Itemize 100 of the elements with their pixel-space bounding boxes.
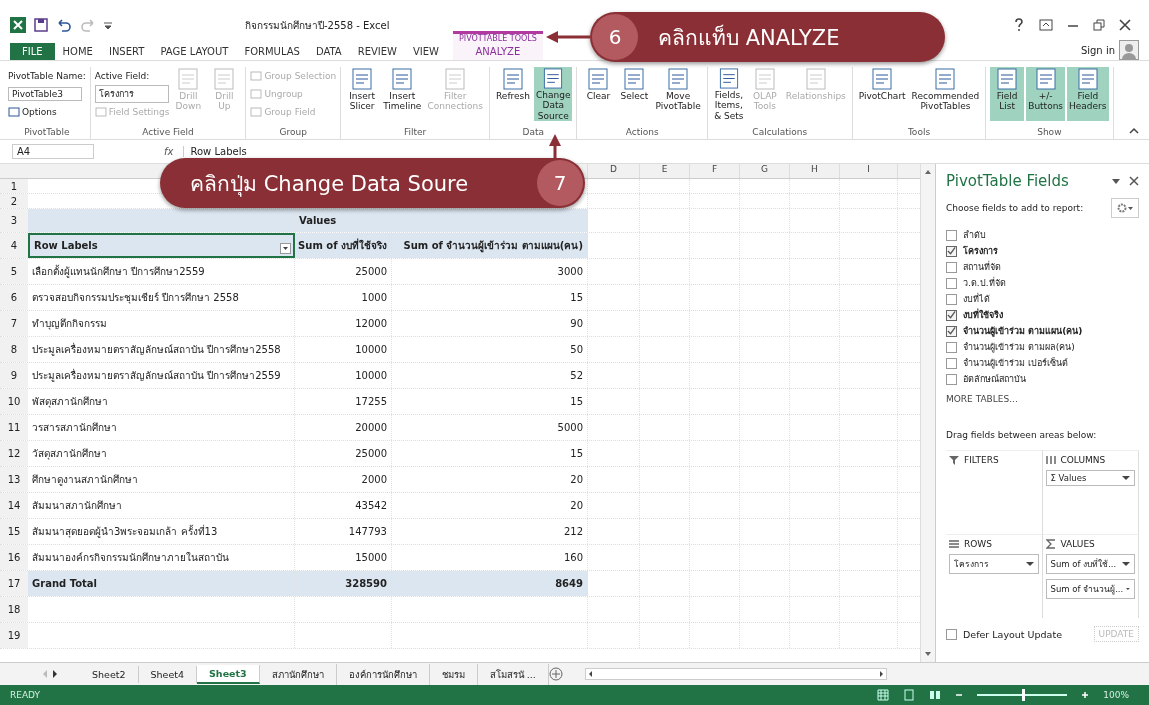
- ribbon-tab[interactable]: ANALYZE: [467, 43, 529, 60]
- next-sheet-icon[interactable]: [50, 669, 60, 679]
- text-field[interactable]: โครงการ: [94, 85, 169, 103]
- ribbon-tab[interactable]: HOME: [54, 43, 101, 60]
- row-header[interactable]: 14: [0, 493, 28, 518]
- field-chip[interactable]: Σ Values: [1045, 470, 1135, 486]
- close-icon[interactable]: [1129, 176, 1139, 186]
- checkbox[interactable]: [946, 341, 957, 353]
- checkbox[interactable]: [946, 628, 957, 640]
- ribbon-button[interactable]: Insert Timeline: [381, 67, 424, 121]
- row-header[interactable]: 4: [0, 233, 28, 258]
- ribbon-button[interactable]: +/- Buttons: [1026, 67, 1066, 121]
- table-header[interactable]: Row Labels: [28, 233, 295, 258]
- more-tables-link[interactable]: MORE TABLES...: [946, 394, 1018, 404]
- sheet-tab[interactable]: ชมรม: [429, 663, 478, 685]
- ribbon-button[interactable]: PivotChart: [856, 67, 908, 121]
- column-header[interactable]: D: [610, 164, 617, 174]
- ribbon-button[interactable]: Field List: [990, 67, 1025, 121]
- ribbon-button[interactable]: Options: [8, 106, 86, 118]
- row-header[interactable]: 13: [0, 467, 28, 492]
- zoom-in-icon[interactable]: [1081, 691, 1090, 699]
- checkbox[interactable]: [946, 293, 957, 305]
- undo-icon[interactable]: [56, 18, 72, 32]
- sheet-tab[interactable]: Sheet2: [80, 665, 139, 683]
- checkbox[interactable]: [946, 325, 957, 337]
- restore-icon[interactable]: [1093, 19, 1105, 31]
- column-header[interactable]: G: [761, 164, 768, 174]
- caret-icon[interactable]: [1025, 561, 1034, 567]
- file-tab[interactable]: FILE: [10, 43, 55, 60]
- caret-icon[interactable]: [1122, 561, 1130, 567]
- close-icon[interactable]: [1119, 19, 1131, 31]
- row-header[interactable]: 16: [0, 545, 28, 570]
- zoom-slider-thumb[interactable]: [1022, 689, 1026, 701]
- save-icon[interactable]: [34, 18, 48, 32]
- checkbox[interactable]: [946, 277, 957, 289]
- ribbon-button[interactable]: Select: [617, 67, 652, 121]
- ribbon-display-icon[interactable]: [1039, 19, 1053, 31]
- horizontal-scrollbar[interactable]: [584, 668, 887, 680]
- column-header[interactable]: I: [867, 164, 870, 174]
- ribbon-tab[interactable]: REVIEW: [349, 43, 405, 60]
- row-header[interactable]: 1: [0, 179, 28, 193]
- column-header[interactable]: E: [661, 164, 668, 174]
- sign-in-link[interactable]: Sign in: [1080, 44, 1115, 56]
- field-chip[interactable]: โครงการ: [949, 554, 1039, 574]
- checkbox[interactable]: [946, 229, 957, 241]
- ribbon-tab[interactable]: PAGE LAYOUT: [152, 43, 237, 60]
- ribbon-button[interactable]: Recommended PivotTables: [909, 67, 982, 121]
- ribbon-tab[interactable]: FORMULAS: [236, 43, 308, 60]
- ribbon-button[interactable]: Fields, Items, & Sets: [711, 67, 746, 121]
- filter-dropdown-icon[interactable]: [280, 243, 291, 254]
- zoom-level[interactable]: 100%: [1103, 690, 1129, 700]
- row-header[interactable]: 5: [0, 259, 28, 284]
- add-sheet-icon[interactable]: [548, 667, 563, 681]
- page-layout-icon[interactable]: [903, 689, 916, 701]
- row-header[interactable]: 15: [0, 519, 28, 544]
- checkbox[interactable]: [946, 245, 957, 257]
- ribbon-button[interactable]: Field Headers: [1067, 67, 1109, 121]
- caret-icon[interactable]: [1122, 475, 1130, 481]
- ribbon-tab[interactable]: VIEW: [404, 43, 447, 60]
- text-field[interactable]: PivotTable3: [8, 87, 82, 101]
- sheet-tab[interactable]: องค์การนักศึกษา: [336, 663, 430, 685]
- row-header[interactable]: 12: [0, 441, 28, 466]
- row-header[interactable]: 9: [0, 363, 28, 388]
- name-box[interactable]: A4: [12, 144, 94, 159]
- ribbon-button[interactable]: Move PivotTable: [653, 67, 703, 121]
- ribbon-button[interactable]: Insert Slicer: [345, 67, 380, 121]
- help-icon[interactable]: [1013, 18, 1025, 32]
- normal-view-icon[interactable]: [877, 689, 890, 701]
- zoom-out-icon[interactable]: [955, 691, 964, 699]
- ribbon-button[interactable]: Clear: [581, 67, 616, 121]
- row-header[interactable]: 3: [0, 209, 28, 232]
- sheet-tab[interactable]: Sheet3: [197, 664, 260, 684]
- row-header[interactable]: 19: [0, 623, 28, 648]
- ribbon-button[interactable]: Change Data Source: [534, 67, 573, 121]
- field-chip[interactable]: Sum of จำนวนผู้...: [1045, 579, 1135, 599]
- field-chip[interactable]: Sum of งบที่ใช้...: [1045, 554, 1135, 574]
- checkbox[interactable]: [946, 373, 957, 385]
- row-header[interactable]: 17: [0, 571, 28, 596]
- settings-button[interactable]: [1111, 198, 1139, 218]
- sheet-tab[interactable]: สภานักศึกษา: [259, 663, 337, 685]
- collapse-ribbon-icon[interactable]: [1129, 127, 1139, 135]
- ribbon-tab[interactable]: INSERT: [100, 43, 153, 60]
- checkbox[interactable]: [946, 309, 957, 321]
- column-header[interactable]: H: [811, 164, 818, 174]
- insert-function-button[interactable]: fx: [164, 146, 174, 157]
- caret-icon[interactable]: [1111, 177, 1121, 185]
- checkbox[interactable]: [946, 357, 957, 369]
- row-header[interactable]: 7: [0, 311, 28, 336]
- ribbon-tab[interactable]: DATA: [307, 43, 350, 60]
- row-header[interactable]: 18: [0, 597, 28, 622]
- page-break-icon[interactable]: [929, 689, 942, 701]
- row-header[interactable]: 8: [0, 337, 28, 362]
- row-header[interactable]: 10: [0, 389, 28, 414]
- customize-caret-icon[interactable]: [104, 21, 112, 29]
- row-header[interactable]: 6: [0, 285, 28, 310]
- column-header[interactable]: F: [711, 164, 718, 174]
- row-header[interactable]: 11: [0, 415, 28, 440]
- checkbox[interactable]: [946, 261, 957, 273]
- row-header[interactable]: 2: [0, 194, 28, 208]
- ribbon-button[interactable]: Refresh: [494, 67, 532, 121]
